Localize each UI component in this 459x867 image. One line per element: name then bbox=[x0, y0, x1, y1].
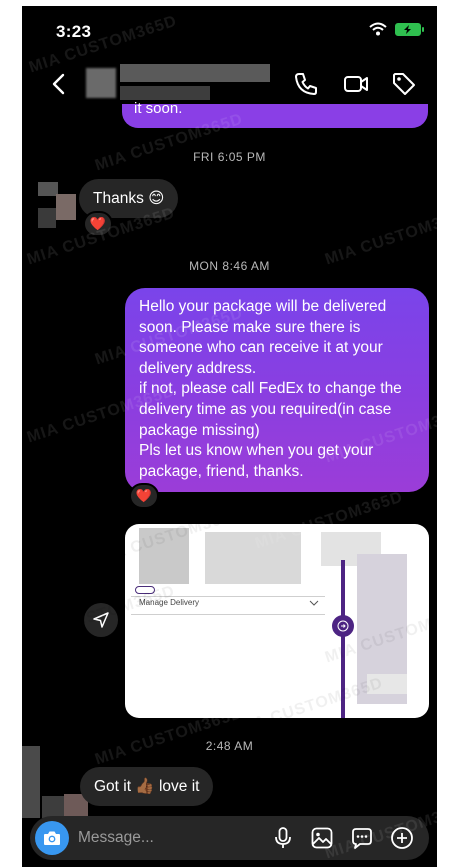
message-composer bbox=[30, 816, 429, 860]
status-icons bbox=[369, 22, 424, 36]
add-icon[interactable] bbox=[390, 826, 414, 850]
chat-header bbox=[22, 58, 437, 108]
microphone-icon[interactable] bbox=[271, 826, 295, 850]
previous-outgoing-bubble[interactable]: it soon. bbox=[122, 100, 428, 128]
outgoing-message-delivery[interactable]: Hello your package will be delivered soo… bbox=[125, 288, 429, 492]
back-icon[interactable] bbox=[46, 70, 74, 98]
incoming-message-reply[interactable]: Got it 👍🏾 love it bbox=[80, 767, 214, 806]
timestamp-fri: FRI 6:05 PM bbox=[193, 150, 266, 164]
previous-message-fragment: it soon. bbox=[134, 100, 183, 117]
chevron-down-icon bbox=[309, 600, 319, 606]
send-icon bbox=[93, 612, 109, 628]
status-bar: 3:23 bbox=[22, 6, 437, 56]
shared-image-delivery-screenshot[interactable]: Manage Delivery bbox=[125, 524, 429, 718]
camera-button[interactable] bbox=[35, 821, 69, 855]
message-input[interactable] bbox=[78, 828, 258, 848]
video-icon[interactable] bbox=[342, 70, 370, 98]
share-button[interactable] bbox=[84, 603, 118, 637]
wifi-icon bbox=[369, 22, 387, 36]
avatar[interactable] bbox=[22, 746, 88, 820]
timestamp-mon: MON 8:46 AM bbox=[189, 259, 270, 273]
phone-screen: 3:23 it soon. FRI 6:05 PM Thanks 😊 ❤️ MO… bbox=[22, 6, 437, 867]
phone-icon[interactable] bbox=[292, 70, 320, 98]
gallery-icon[interactable] bbox=[310, 826, 334, 850]
arrow-right-icon bbox=[332, 615, 354, 637]
tag-icon[interactable] bbox=[390, 70, 418, 98]
status-time: 3:23 bbox=[56, 22, 92, 41]
camera-icon bbox=[44, 831, 60, 845]
battery-icon bbox=[395, 22, 424, 36]
manage-delivery-label: Manage Delivery bbox=[139, 598, 200, 607]
heart-reaction[interactable]: ❤️ bbox=[83, 211, 113, 237]
avatar[interactable] bbox=[38, 182, 76, 230]
sticker-icon[interactable] bbox=[350, 826, 374, 850]
heart-reaction[interactable]: ❤️ bbox=[129, 483, 159, 509]
contact-name-redacted[interactable] bbox=[86, 64, 271, 100]
